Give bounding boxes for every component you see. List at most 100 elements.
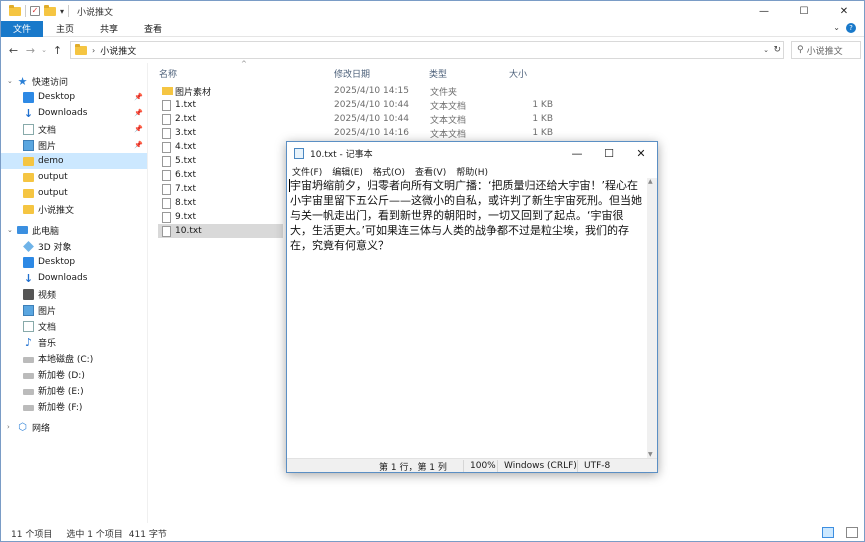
minimize-button[interactable]: — — [561, 142, 593, 164]
table-row[interactable]: 2.txt 2025/4/10 10:44 文本文档 1 KB — [158, 112, 553, 126]
sidebar-item-documents[interactable]: 文档 📌 — [1, 121, 147, 137]
sidebar-item-label: Downloads — [38, 108, 88, 118]
text-caret — [289, 179, 290, 192]
column-header-size[interactable]: 大小 — [509, 67, 527, 80]
pin-icon[interactable]: 📌 — [134, 141, 143, 149]
table-row[interactable]: 8.txt — [158, 196, 283, 210]
file-date: 2025/4/10 14:16 — [334, 128, 409, 138]
refresh-icon[interactable]: ↻ — [773, 45, 781, 55]
chevron-down-icon[interactable]: ⌄ — [7, 226, 13, 234]
properties-icon[interactable]: ✓ — [30, 6, 40, 16]
forward-arrow-icon[interactable]: → — [22, 44, 39, 57]
sidebar-item-documents[interactable]: 文档 — [1, 318, 147, 334]
explorer-status-bar: 11 个项目 选中 1 个项目 411 字节 — [1, 525, 864, 541]
sidebar-item-music[interactable]: ♪ 音乐 — [1, 334, 147, 350]
help-icon[interactable]: ? — [846, 23, 856, 33]
sidebar-item-downloads[interactable]: ↓ Downloads 📌 — [1, 105, 147, 121]
new-folder-icon[interactable] — [44, 4, 56, 16]
sidebar-item-pictures[interactable]: 图片 📌 — [1, 137, 147, 153]
sidebar-item-demo[interactable]: demo — [1, 153, 147, 169]
sidebar-item-label: 图片 — [38, 141, 57, 152]
sidebar-item-output[interactable]: output — [1, 169, 147, 185]
table-row[interactable]: 6.txt — [158, 168, 283, 182]
chevron-down-icon[interactable]: ⌄ — [7, 77, 13, 85]
table-row[interactable]: 4.txt — [158, 140, 283, 154]
maximize-button[interactable]: ☐ — [593, 142, 625, 164]
sidebar-item-label: demo — [38, 156, 64, 166]
column-header-type[interactable]: 类型 — [429, 67, 447, 80]
sidebar-item-label: 新加卷 (F:) — [38, 402, 83, 413]
table-row[interactable]: 1.txt 2025/4/10 10:44 文本文档 1 KB — [158, 98, 553, 112]
table-row[interactable]: 9.txt — [158, 210, 283, 224]
notepad-text-area[interactable]: 宇宙坍缩前夕，归零者向所有文明广播：‘把质量归还给大宇宙！’程心在小宇宙里留下五… — [288, 178, 647, 458]
vertical-scrollbar[interactable] — [647, 178, 657, 458]
sidebar-item-3d-objects[interactable]: 3D 对象 — [1, 238, 147, 254]
table-row[interactable]: 图片素材 2025/4/10 14:15 文件夹 — [158, 84, 553, 98]
column-header-name[interactable]: 名称 — [159, 67, 177, 80]
customize-toolbar-icon[interactable]: ▾ — [60, 7, 64, 16]
chevron-right-icon[interactable]: › — [92, 46, 95, 55]
menu-file[interactable]: 文件(F) — [287, 165, 327, 178]
up-arrow-icon[interactable]: ↑ — [49, 44, 66, 57]
minimize-button[interactable]: — — [744, 1, 784, 21]
details-view-icon[interactable] — [822, 527, 834, 538]
table-row[interactable]: 5.txt — [158, 154, 283, 168]
tab-view[interactable]: 查看 — [131, 21, 175, 37]
chevron-down-icon[interactable]: ⌄ — [763, 46, 769, 54]
sidebar-item-pictures[interactable]: 图片 — [1, 302, 147, 318]
close-button[interactable]: ✕ — [824, 1, 864, 21]
encoding: UTF-8 — [577, 460, 610, 472]
sidebar-item-drive-c[interactable]: 本地磁盘 (C:) — [1, 350, 147, 366]
sidebar-item-desktop[interactable]: Desktop 📌 — [1, 89, 147, 105]
back-arrow-icon[interactable]: ← — [5, 44, 22, 57]
toolbar-divider — [25, 5, 26, 17]
sidebar-item-output[interactable]: output — [1, 185, 147, 201]
picture-icon — [23, 304, 34, 316]
folder-icon — [75, 43, 87, 55]
notepad-menu-bar: 文件(F) 编辑(E) 格式(O) 查看(V) 帮助(H) — [287, 164, 657, 178]
sidebar-item-drive-d[interactable]: 新加卷 (D:) — [1, 366, 147, 382]
tab-home[interactable]: 主页 — [43, 21, 87, 37]
close-button[interactable]: ✕ — [625, 142, 657, 164]
table-row[interactable]: 7.txt — [158, 182, 283, 196]
address-bar[interactable]: › 小说推文 ⌄ ↻ — [70, 41, 784, 59]
expand-ribbon-icon[interactable]: ⌄ — [833, 23, 840, 32]
sidebar-item-drive-e[interactable]: 新加卷 (E:) — [1, 382, 147, 398]
file-name: 5.txt — [175, 156, 196, 166]
column-header-date[interactable]: 修改日期 — [334, 67, 370, 80]
sidebar-item-quick-access[interactable]: ⌄ ★ 快速访问 — [1, 73, 147, 89]
sidebar-item-network[interactable]: › ⬡ 网络 — [1, 419, 147, 435]
search-input[interactable]: ⚲ 小说推文 — [791, 41, 861, 59]
text-file-icon — [162, 169, 171, 181]
menu-format[interactable]: 格式(O) — [368, 165, 410, 178]
pin-icon[interactable]: 📌 — [134, 93, 143, 101]
notepad-title-bar: 10.txt - 记事本 — ☐ ✕ — [287, 142, 657, 164]
sidebar-item-videos[interactable]: 视频 — [1, 286, 147, 302]
sidebar-item-this-pc[interactable]: ⌄ 此电脑 — [1, 222, 147, 238]
sidebar-item-novel-posts[interactable]: 小说推文 — [1, 201, 147, 217]
chevron-right-icon[interactable]: › — [7, 423, 10, 431]
sidebar-item-desktop[interactable]: Desktop — [1, 254, 147, 270]
file-name: 7.txt — [175, 184, 196, 194]
sidebar-item-downloads[interactable]: ↓ Downloads — [1, 270, 147, 286]
text-file-icon — [162, 113, 171, 125]
menu-help[interactable]: 帮助(H) — [451, 165, 493, 178]
table-row[interactable]: 3.txt 2025/4/10 14:16 文本文档 1 KB — [158, 126, 553, 140]
maximize-button[interactable]: ☐ — [784, 1, 824, 21]
table-row-selected[interactable]: 10.txt — [158, 224, 283, 238]
tab-share[interactable]: 共享 — [87, 21, 131, 37]
menu-view[interactable]: 查看(V) — [410, 165, 451, 178]
large-icons-view-icon[interactable] — [846, 527, 858, 538]
breadcrumb-segment[interactable]: 小说推文 — [100, 44, 136, 57]
tab-file[interactable]: 文件 — [1, 20, 44, 37]
pin-icon[interactable]: 📌 — [134, 125, 143, 133]
menu-edit[interactable]: 编辑(E) — [327, 165, 368, 178]
sidebar-item-drive-f[interactable]: 新加卷 (F:) — [1, 398, 147, 414]
sidebar-item-label: 快速访问 — [32, 77, 69, 88]
pin-icon[interactable]: 📌 — [134, 109, 143, 117]
recent-locations-icon[interactable]: ⌄ — [39, 46, 49, 54]
file-size: 1 KB — [532, 100, 553, 110]
download-icon: ↓ — [23, 106, 34, 120]
file-name: 图片素材 — [175, 87, 212, 98]
sidebar-item-label: 新加卷 (D:) — [38, 370, 85, 381]
